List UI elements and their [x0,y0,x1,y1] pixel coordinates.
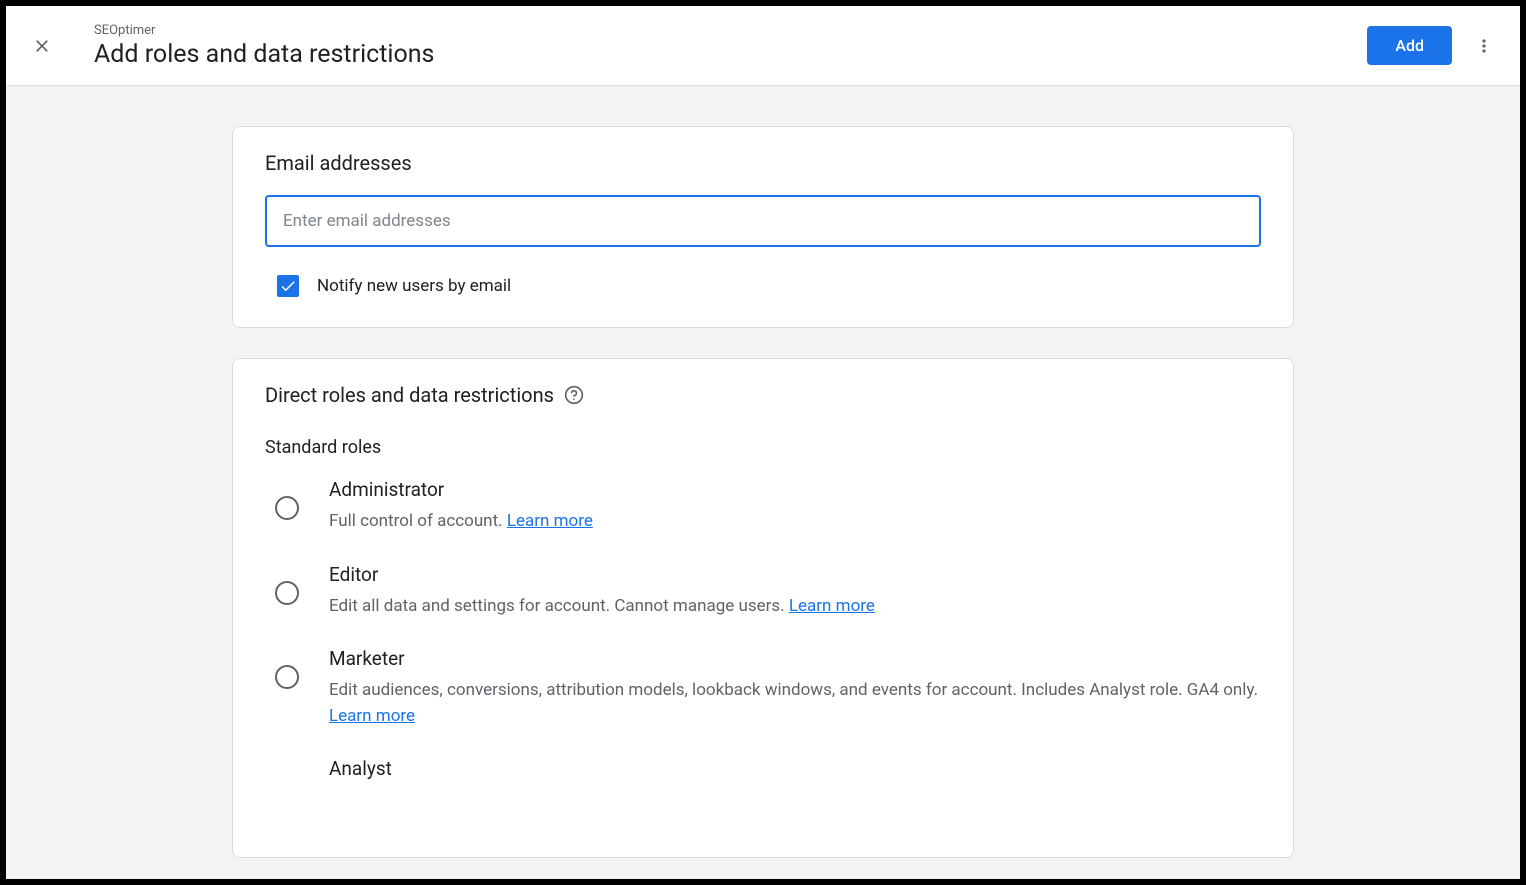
breadcrumb: SEOptimer [94,23,1367,38]
role-title: Analyst [329,757,1261,780]
more-vert-icon[interactable] [1472,34,1496,58]
role-desc: Full control of account. Learn more [329,509,1261,535]
notify-label: Notify new users by email [317,276,511,296]
notify-checkbox[interactable] [277,275,299,297]
radio-administrator[interactable] [275,496,299,520]
standard-roles-heading: Standard roles [265,437,1261,458]
page-title: Add roles and data restrictions [94,40,1367,69]
radio-editor[interactable] [275,581,299,605]
role-row-editor: Editor Edit all data and settings for ac… [265,563,1261,620]
close-icon[interactable] [30,34,54,58]
role-content: Editor Edit all data and settings for ac… [329,563,1261,620]
email-heading: Email addresses [265,151,1261,175]
role-content: Marketer Edit audiences, conversions, at… [329,647,1261,729]
dialog-header: SEOptimer Add roles and data restriction… [6,6,1520,86]
role-title: Editor [329,563,1261,586]
role-title: Administrator [329,478,1261,501]
role-title: Marketer [329,647,1261,670]
learn-more-link[interactable]: Learn more [507,511,593,531]
role-desc: Edit all data and settings for account. … [329,594,1261,620]
role-desc: Edit audiences, conversions, attribution… [329,678,1261,729]
role-row-marketer: Marketer Edit audiences, conversions, at… [265,647,1261,729]
role-content: Administrator Full control of account. L… [329,478,1261,535]
role-row-analyst: Analyst [265,757,1261,799]
content-area: Email addresses Notify new users by emai… [6,86,1520,879]
radio-marketer[interactable] [275,665,299,689]
add-button[interactable]: Add [1367,26,1452,65]
email-card: Email addresses Notify new users by emai… [232,126,1294,328]
email-input[interactable] [265,195,1261,247]
roles-card: Direct roles and data restrictions Stand… [232,358,1294,858]
roles-heading-text: Direct roles and data restrictions [265,383,554,407]
header-titles: SEOptimer Add roles and data restriction… [94,23,1367,69]
learn-more-link[interactable]: Learn more [789,596,875,616]
help-icon[interactable] [564,385,584,405]
role-content: Analyst [329,757,1261,788]
role-row-administrator: Administrator Full control of account. L… [265,478,1261,535]
notify-row: Notify new users by email [277,275,1261,297]
learn-more-link[interactable]: Learn more [329,706,415,726]
roles-heading: Direct roles and data restrictions [265,383,1261,407]
